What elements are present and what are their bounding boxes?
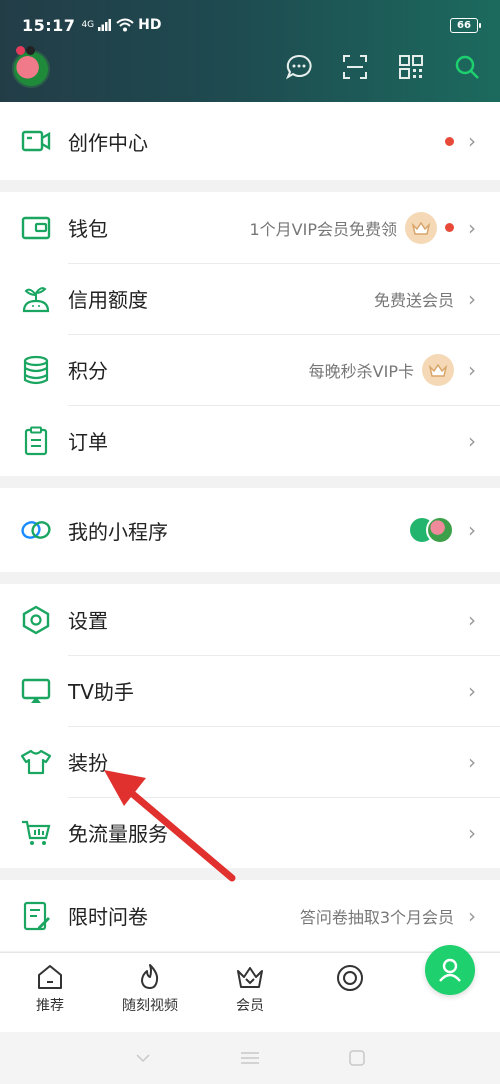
tshirt-icon [20,746,52,778]
bottom-navigation: 推荐 随刻视频 会员 [0,945,500,1032]
link-icon [20,514,52,546]
chevron-right-icon: › [468,428,476,453]
menu-label: 免流量服务 [68,822,168,846]
menu-label: 钱包 [68,217,108,241]
wallet-icon [20,212,52,244]
chevron-right-icon: › [468,820,476,845]
nav-tab-video[interactable]: 随刻视频 [100,953,200,1032]
nav-label: 随刻视频 [122,998,178,1014]
menu-label: 积分 [68,359,108,383]
vip-crown-icon [405,211,437,244]
top-header: 15:17 4G HD 66 [0,0,500,102]
system-navigation-bar [0,1032,500,1084]
menu-group-settings: 设置 › TV助手 › 装扮 › 免流量服务 › [0,584,500,868]
settings-hex-icon [20,604,52,636]
chevron-right-icon: › [468,607,476,632]
menu-item-orders[interactable]: 订单 › [0,405,500,476]
menu-label: 装扮 [68,751,108,775]
user-icon[interactable] [425,945,475,995]
chevron-right-icon: › [468,129,476,153]
flame-icon [141,964,159,989]
menu-label: 我的小程序 [68,519,168,544]
notification-dot [445,223,454,232]
menu-item-wallet[interactable]: 钱包 1个月VIP会员免费领 › [0,192,500,263]
menu-item-dress-up[interactable]: 装扮 › [0,726,500,797]
chevron-right-icon: › [468,749,476,774]
wifi-icon [116,18,134,32]
nav-label: 会员 [236,998,264,1014]
menu-group-miniapps: 我的小程序 › [0,488,500,572]
menu-hint: 免费送会员 [373,290,454,310]
survey-icon [20,900,52,932]
menu-label: TV助手 [68,680,134,704]
menu-lines-icon[interactable] [241,1051,259,1065]
menu-item-creator-center[interactable]: 创作中心 › [0,102,500,180]
chevron-right-icon: › [468,678,476,703]
menu-item-points[interactable]: 积分 每晚秒杀VIP卡 › [0,334,500,405]
hd-label: HD [138,17,162,33]
menu-group-finance: 钱包 1个月VIP会员免费领 › 信用额度 免费送会员 › 积分 每晚秒杀VIP… [0,192,500,476]
notification-dot [445,136,454,146]
menu-group-creator: 创作中心 › [0,102,500,180]
qrcode-icon[interactable] [396,52,426,82]
nav-tab-vip[interactable]: 会员 [200,953,300,1032]
menu-group-survey: 限时问卷 答问卷抽取3个月会员 › [0,880,500,951]
coins-icon [20,354,52,386]
menu-list: 创作中心 › 钱包 1个月VIP会员免费领 › 信用额度 免费送会员 › 积分 … [0,102,500,952]
back-chevron-icon[interactable] [135,1053,151,1063]
tv-icon [20,675,52,707]
sprout-icon [20,283,52,315]
cart-icon [20,817,52,849]
chevron-right-icon: › [468,903,476,928]
menu-item-mini-programs[interactable]: 我的小程序 › [0,488,500,572]
nav-tab-discover[interactable] [300,953,400,1032]
menu-label: 限时问卷 [68,905,148,929]
battery-level: 66 [457,19,471,31]
menu-item-survey[interactable]: 限时问卷 答问卷抽取3个月会员 › [0,880,500,951]
status-bar: 15:17 4G HD 66 [22,14,481,36]
menu-hint: 每晚秒杀VIP卡 [308,361,414,381]
search-icon[interactable] [452,52,482,82]
menu-label: 创作中心 [68,130,148,155]
network-label: 4G [81,20,95,30]
network-indicator: 4G [81,18,134,32]
menu-item-credit[interactable]: 信用额度 免费送会员 › [0,263,500,334]
clipboard-icon [20,425,52,457]
menu-label: 信用额度 [68,288,148,312]
battery-icon: 66 [450,17,481,33]
home-square-icon[interactable] [349,1050,365,1066]
scan-icon[interactable] [340,52,370,82]
nav-label: 推荐 [36,998,64,1014]
message-icon[interactable] [284,52,314,82]
chevron-right-icon: › [468,215,476,240]
menu-item-tv-assistant[interactable]: TV助手 › [0,655,500,726]
menu-label: 订单 [68,430,108,454]
menu-item-settings[interactable]: 设置 › [0,584,500,655]
home-icon [38,965,62,989]
signal-icon [98,19,112,31]
menu-item-data-free[interactable]: 免流量服务 › [0,797,500,868]
video-camera-icon [20,125,52,157]
circle-target-icon [337,965,363,991]
menu-hint: 1个月VIP会员免费领 [249,219,398,239]
nav-tab-recommend[interactable]: 推荐 [0,953,100,1032]
mini-app-avatar-icon [426,516,454,544]
menu-label: 设置 [68,609,108,633]
chevron-right-icon: › [468,286,476,311]
chevron-right-icon: › [468,357,476,382]
avatar[interactable] [12,46,50,88]
vip-crown-icon [422,353,454,386]
menu-hint: 答问卷抽取3个月会员 [299,907,454,927]
crown-outline-icon [237,967,263,988]
chevron-right-icon: › [468,518,476,542]
status-time: 15:17 [22,15,76,35]
nav-tab-me[interactable] [400,945,500,1032]
